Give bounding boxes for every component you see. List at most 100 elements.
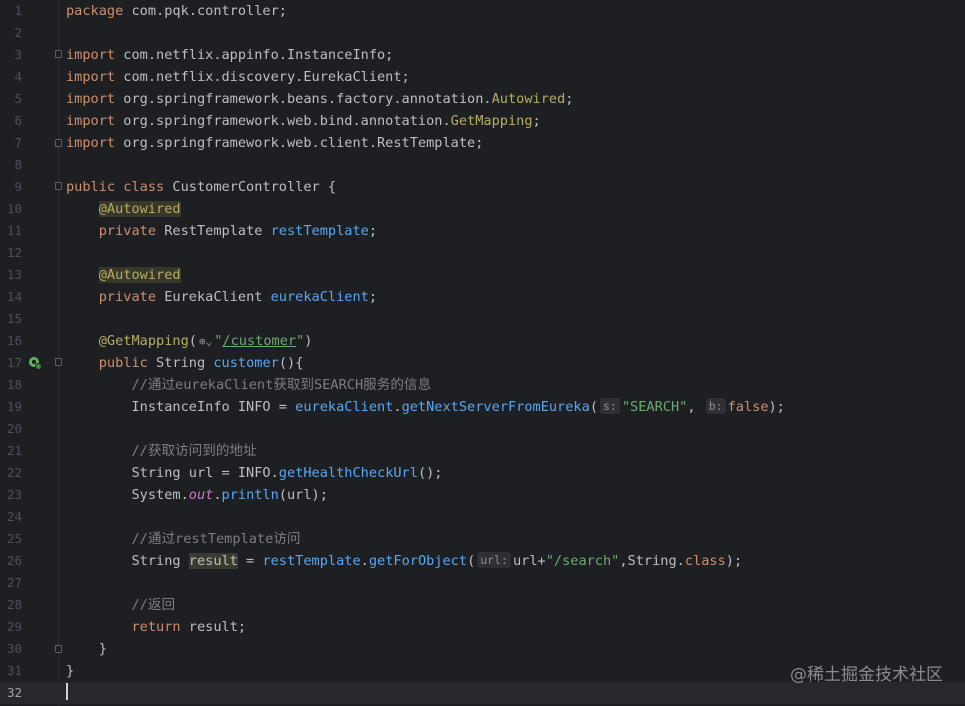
- code-text[interactable]: import com.netflix.discovery.EurekaClien…: [66, 66, 410, 88]
- code-text[interactable]: private RestTemplate restTemplate;: [66, 220, 377, 242]
- token-kw: import: [66, 69, 116, 85]
- code-text[interactable]: }: [66, 660, 74, 682]
- code-text[interactable]: import org.springframework.web.bind.anno…: [66, 110, 541, 132]
- token-fld: restTemplate: [262, 553, 361, 569]
- line-number[interactable]: 21: [0, 440, 22, 462]
- code-text[interactable]: @GetMapping(⊕⌄ "/customer"): [66, 330, 313, 353]
- code-text[interactable]: import com.netflix.appinfo.InstanceInfo;: [66, 44, 393, 66]
- line-number[interactable]: 24: [0, 506, 22, 528]
- code-line[interactable]: 4 import com.netflix.discovery.EurekaClie…: [0, 66, 965, 88]
- code-line[interactable]: 21 //获取访问到的地址: [0, 440, 965, 462]
- code-line[interactable]: 2: [0, 22, 965, 44]
- code-line[interactable]: 27: [0, 572, 965, 594]
- code-text[interactable]: }: [66, 638, 107, 660]
- code-line[interactable]: 6 import org.springframework.web.bind.ann…: [0, 110, 965, 132]
- code-line[interactable]: 8: [0, 154, 965, 176]
- code-text[interactable]: public class CustomerController {: [66, 176, 336, 198]
- code-line[interactable]: 11 private RestTemplate restTemplate;: [0, 220, 965, 242]
- line-number[interactable]: 27: [0, 572, 22, 594]
- spring-endpoint-icon[interactable]: [28, 356, 42, 370]
- code-text[interactable]: //获取访问到的地址: [66, 440, 256, 462]
- line-number[interactable]: 3: [0, 44, 22, 66]
- line-number[interactable]: 12: [0, 242, 22, 264]
- code-line[interactable]: 22 String url = INFO.getHealthCheckUrl()…: [0, 462, 965, 484]
- code-line[interactable]: 5 import org.springframework.beans.factor…: [0, 88, 965, 110]
- line-number[interactable]: 14: [0, 286, 22, 308]
- code-text[interactable]: [66, 682, 68, 704]
- code-text[interactable]: import org.springframework.web.client.Re…: [66, 132, 483, 154]
- code-text[interactable]: //通过eurekaClient获取到SEARCH服务的信息: [66, 374, 431, 396]
- line-number[interactable]: 31: [0, 660, 22, 682]
- code-line[interactable]: 32: [0, 682, 965, 704]
- code-line[interactable]: 1 package com.pqk.controller;: [0, 0, 965, 22]
- line-number[interactable]: 16: [0, 330, 22, 352]
- code-text[interactable]: String url = INFO.getHealthCheckUrl();: [66, 462, 442, 484]
- line-number[interactable]: 18: [0, 374, 22, 396]
- code-line[interactable]: 26 String result = restTemplate.getForOb…: [0, 550, 965, 572]
- token-kw: import: [66, 113, 116, 129]
- code-line[interactable]: 28 //返回: [0, 594, 965, 616]
- code-text[interactable]: String result = restTemplate.getForObjec…: [66, 550, 742, 572]
- code-text[interactable]: InstanceInfo INFO = eurekaClient.getNext…: [66, 396, 785, 418]
- line-number[interactable]: 22: [0, 462, 22, 484]
- code-line[interactable]: 25 //通过restTemplate访问: [0, 528, 965, 550]
- line-number[interactable]: 19: [0, 396, 22, 418]
- code-line[interactable]: 15: [0, 308, 965, 330]
- code-line[interactable]: 30 }: [0, 638, 965, 660]
- code-line[interactable]: 20: [0, 418, 965, 440]
- code-line[interactable]: 14 private EurekaClient eurekaClient;: [0, 286, 965, 308]
- code-text[interactable]: import org.springframework.beans.factory…: [66, 88, 573, 110]
- code-text[interactable]: //返回: [66, 594, 175, 616]
- line-number[interactable]: 5: [0, 88, 22, 110]
- code-text[interactable]: private EurekaClient eurekaClient;: [66, 286, 377, 308]
- code-text[interactable]: @Autowired: [66, 264, 181, 286]
- code-line[interactable]: 9 public class CustomerController {: [0, 176, 965, 198]
- line-number[interactable]: 6: [0, 110, 22, 132]
- fold-marker-icon[interactable]: [55, 358, 62, 366]
- token: EurekaClient: [156, 289, 271, 305]
- line-number[interactable]: 20: [0, 418, 22, 440]
- line-number[interactable]: 11: [0, 220, 22, 242]
- line-number[interactable]: 15: [0, 308, 22, 330]
- code-line[interactable]: 23 System.out.println(url);: [0, 484, 965, 506]
- token: ,: [687, 399, 704, 415]
- code-line[interactable]: 12: [0, 242, 965, 264]
- code-line[interactable]: 7 import org.springframework.web.client.R…: [0, 132, 965, 154]
- line-number[interactable]: 13: [0, 264, 22, 286]
- line-number[interactable]: 2: [0, 22, 22, 44]
- code-editor[interactable]: 1 package com.pqk.controller; 2 3 import com…: [0, 0, 965, 706]
- line-number[interactable]: 17: [0, 352, 22, 374]
- line-number[interactable]: 1: [0, 0, 22, 22]
- fold-marker-icon[interactable]: [55, 182, 62, 190]
- code-line[interactable]: 3 import com.netflix.appinfo.InstanceInfo…: [0, 44, 965, 66]
- fold-marker-icon[interactable]: [55, 50, 62, 58]
- code-line[interactable]: 16 @GetMapping(⊕⌄ "/customer"): [0, 330, 965, 352]
- code-line[interactable]: 17 public String customer(){: [0, 352, 965, 374]
- code-text[interactable]: return result;: [66, 616, 246, 638]
- line-number[interactable]: 30: [0, 638, 22, 660]
- code-line[interactable]: 10 @Autowired: [0, 198, 965, 220]
- line-number[interactable]: 29: [0, 616, 22, 638]
- line-number[interactable]: 26: [0, 550, 22, 572]
- code-text[interactable]: //通过restTemplate访问: [66, 528, 300, 550]
- code-text[interactable]: public String customer(){: [66, 352, 304, 374]
- fold-marker-icon[interactable]: [55, 139, 62, 147]
- line-number[interactable]: 25: [0, 528, 22, 550]
- line-number[interactable]: 7: [0, 132, 22, 154]
- line-number[interactable]: 28: [0, 594, 22, 616]
- line-number[interactable]: 10: [0, 198, 22, 220]
- line-number[interactable]: 4: [0, 66, 22, 88]
- code-line[interactable]: 24: [0, 506, 965, 528]
- code-text[interactable]: System.out.println(url);: [66, 484, 327, 506]
- code-text[interactable]: package com.pqk.controller;: [66, 0, 287, 22]
- code-text[interactable]: @Autowired: [66, 198, 181, 220]
- code-line[interactable]: 19 InstanceInfo INFO = eurekaClient.getN…: [0, 396, 965, 418]
- code-line[interactable]: 18 //通过eurekaClient获取到SEARCH服务的信息: [0, 374, 965, 396]
- line-number[interactable]: 8: [0, 154, 22, 176]
- line-number[interactable]: 32: [0, 682, 22, 704]
- code-line[interactable]: 13 @Autowired: [0, 264, 965, 286]
- code-line[interactable]: 29 return result;: [0, 616, 965, 638]
- line-number[interactable]: 23: [0, 484, 22, 506]
- fold-marker-icon[interactable]: [55, 645, 62, 653]
- line-number[interactable]: 9: [0, 176, 22, 198]
